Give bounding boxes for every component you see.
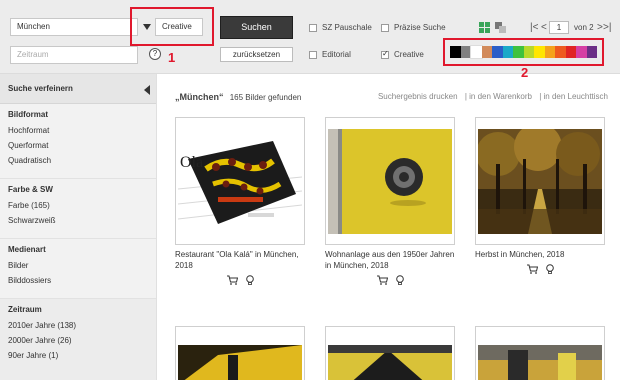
result-card[interactable]: Herbst in München, 2018	[475, 117, 605, 277]
first-page-icon[interactable]: |<	[530, 22, 538, 34]
result-image	[328, 345, 452, 380]
checkbox-box[interactable]	[309, 23, 317, 32]
filter-section-title: Medienart	[8, 245, 46, 254]
print-results-link[interactable]: Suchergebnis drucken	[378, 92, 458, 101]
cart-icon[interactable]	[226, 275, 238, 288]
results-count: 165 Bilder gefunden	[229, 93, 302, 102]
search-input[interactable]: München	[10, 18, 138, 36]
grid-view-icon[interactable]	[479, 22, 490, 35]
result-thumbnail[interactable]	[325, 117, 455, 245]
cart-icon[interactable]	[376, 275, 388, 288]
search-button[interactable]: Suchen	[220, 16, 293, 39]
results-query: „München“	[175, 92, 224, 102]
card-actions	[325, 275, 455, 288]
search-input-value: München	[17, 22, 50, 31]
checkbox-editorial[interactable]: Editorial	[309, 50, 351, 59]
results-header: „München“ 165 Bilder gefunden	[175, 92, 301, 102]
filter-item-landscape[interactable]: Querformat	[8, 138, 148, 153]
lightbulb-icon[interactable]	[545, 264, 554, 277]
annotation-frame-1	[130, 7, 214, 46]
help-icon[interactable]: ?	[149, 48, 161, 60]
card-actions	[175, 275, 305, 288]
sidebar-header-title: Suche verfeinern	[8, 84, 73, 93]
checkbox-label: Creative	[394, 50, 424, 59]
add-to-cart-link[interactable]: | in den Warenkorb	[465, 92, 532, 101]
filter-item-dossiers[interactable]: Bilddossiers	[8, 273, 148, 288]
prev-page-icon[interactable]: <	[541, 22, 547, 34]
restaurant-image: Ola	[178, 128, 302, 234]
filter-section-media: Medienart Bilder Bilddossiers	[0, 239, 156, 299]
filter-item-2000s[interactable]: 2000er Jahre (26)	[8, 333, 148, 348]
date-range-input[interactable]: Zeitraum	[10, 46, 138, 64]
filter-section-title: Zeitraum	[8, 305, 42, 314]
autumn-park-image	[478, 128, 602, 234]
filter-item-portrait[interactable]: Hochformat	[8, 123, 148, 138]
result-card[interactable]	[325, 326, 455, 380]
result-thumbnail[interactable]	[475, 117, 605, 245]
filter-item-90s[interactable]: 90er Jahre (1)	[8, 348, 148, 363]
next-page-icon[interactable]: >	[597, 22, 603, 34]
checkbox-precise-search[interactable]: Präzise Suche	[381, 23, 446, 32]
result-image	[178, 345, 302, 380]
filter-section-title: Farbe & SW	[8, 185, 53, 194]
collapse-sidebar-icon[interactable]	[144, 85, 150, 95]
lightbulb-icon[interactable]	[245, 275, 254, 288]
search-toolbar: München Zeitraum Creative 1 ? Suchen zur…	[0, 0, 620, 80]
reset-button[interactable]: zurücksetzen	[220, 47, 293, 62]
annotation-frame-2	[443, 38, 604, 66]
thumb-logo-text: Ola	[180, 154, 203, 171]
result-card[interactable]	[175, 326, 305, 380]
filter-section-title: Bildformat	[8, 110, 48, 119]
cart-icon[interactable]	[526, 264, 538, 277]
filter-item-color[interactable]: Farbe (165)	[8, 198, 148, 213]
filter-item-square[interactable]: Quadratisch	[8, 153, 148, 168]
result-image	[478, 345, 602, 380]
result-thumbnail[interactable]	[475, 326, 605, 380]
checkbox-creative[interactable]: Creative	[381, 49, 424, 59]
result-caption: Restaurant "Ola Kalá" in München, 2018	[175, 250, 299, 270]
result-caption: Herbst in München, 2018	[475, 250, 565, 259]
filter-section-period: Zeitraum 2010er Jahre (138) 2000er Jahre…	[0, 299, 156, 380]
checkbox-box[interactable]	[309, 50, 317, 59]
annotation-label-1: 1	[168, 50, 176, 65]
result-card[interactable]: Ola Restaurant "Ola Kalá" in München, 20…	[175, 117, 305, 288]
card-actions	[475, 264, 605, 277]
result-caption: Wohnanlage aus den 1950er Jahren in Münc…	[325, 250, 455, 270]
lightbulb-icon[interactable]	[395, 275, 404, 288]
add-to-lightbox-link[interactable]: | in den Leuchttisch	[539, 92, 608, 101]
checkbox-sz-pauschale[interactable]: SZ Pauschale	[309, 23, 372, 32]
filter-item-images[interactable]: Bilder	[8, 258, 148, 273]
filter-sidebar: Suche verfeinern Bildformat Hochformat Q…	[0, 74, 157, 380]
checkbox-label: Präzise Suche	[394, 23, 446, 32]
residential-building-image	[328, 128, 452, 234]
result-thumbnail[interactable]	[325, 326, 455, 380]
list-view-icon[interactable]	[495, 22, 506, 35]
last-page-icon[interactable]: >|	[603, 22, 611, 34]
checkbox-label: SZ Pauschale	[322, 23, 372, 32]
filter-section-color: Farbe & SW Farbe (165) Schwarzweiß	[0, 179, 156, 239]
checkbox-label: Editorial	[322, 50, 351, 59]
filter-section-format: Bildformat Hochformat Querformat Quadrat…	[0, 104, 156, 179]
checkbox-box-checked[interactable]	[381, 49, 389, 59]
page-number-input[interactable]: 1	[549, 21, 569, 34]
result-card[interactable]: Wohnanlage aus den 1950er Jahren in Münc…	[325, 117, 455, 288]
filter-item-bw[interactable]: Schwarzweiß	[8, 213, 148, 228]
page-total: von 2	[574, 23, 594, 32]
result-card[interactable]	[475, 326, 605, 380]
result-thumbnail[interactable]	[175, 326, 305, 380]
result-thumbnail[interactable]: Ola	[175, 117, 305, 245]
sidebar-header[interactable]: Suche verfeinern	[0, 74, 156, 104]
date-range-placeholder: Zeitraum	[17, 50, 49, 59]
filter-item-2010s[interactable]: 2010er Jahre (138)	[8, 318, 148, 333]
results-actions: Suchergebnis drucken | in den Warenkorb …	[378, 92, 608, 101]
checkbox-box[interactable]	[381, 23, 389, 32]
results-area: „München“ 165 Bilder gefunden Suchergebn…	[157, 74, 620, 380]
